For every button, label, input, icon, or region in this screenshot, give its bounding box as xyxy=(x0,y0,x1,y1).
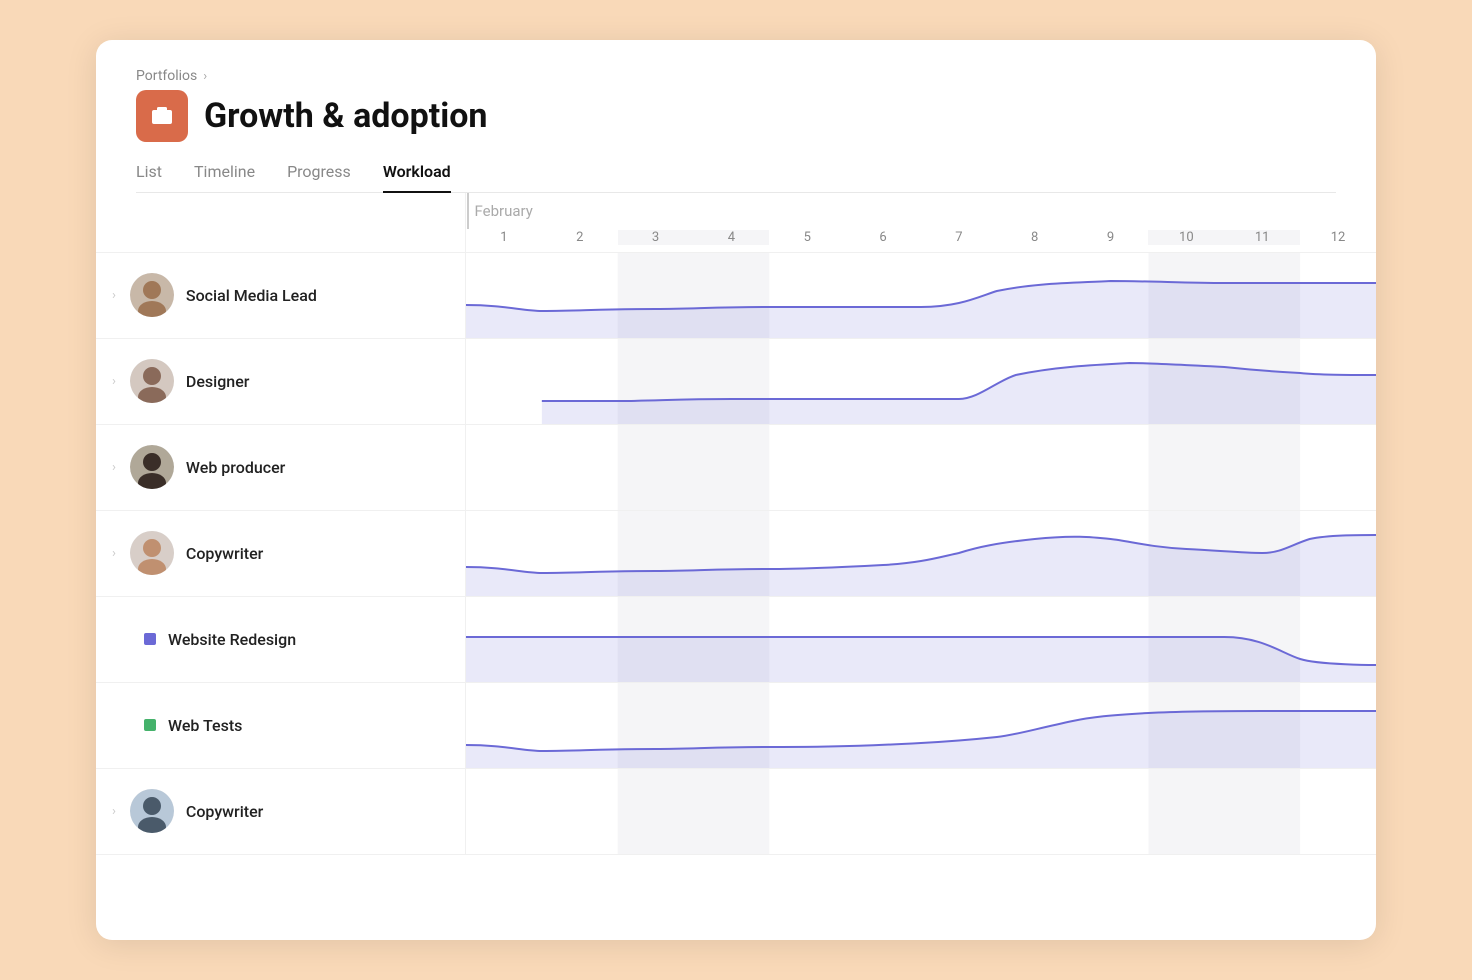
tab-list[interactable]: List xyxy=(136,162,162,193)
day-1: 1 xyxy=(466,230,542,245)
day-8: 8 xyxy=(997,230,1073,245)
tab-progress[interactable]: Progress xyxy=(287,162,351,193)
name-copywriter-2: Copywriter xyxy=(186,802,263,821)
day-4: 4 xyxy=(693,230,769,245)
day-labels-row: 1 2 3 4 5 6 7 8 9 10 11 12 xyxy=(466,224,1376,252)
chevron-webproducer-icon: › xyxy=(112,460,116,475)
label-web-tests: Web Tests xyxy=(96,683,466,768)
label-web-producer: › Web producer xyxy=(96,425,466,510)
dot-website-redesign xyxy=(144,633,156,645)
avatar-designer xyxy=(130,359,174,403)
timeline-header: February 1 2 3 4 5 6 7 8 9 10 11 12 xyxy=(466,193,1376,253)
label-copywriter-1: › Copywriter xyxy=(96,511,466,596)
chart-copywriter-1 xyxy=(466,511,1376,596)
name-copywriter-1: Copywriter xyxy=(186,544,263,563)
tab-timeline[interactable]: Timeline xyxy=(194,162,255,193)
chart-social-media-lead xyxy=(466,253,1376,338)
chevron-copywriter2-icon: › xyxy=(112,804,116,819)
chart-web-producer xyxy=(466,425,1376,510)
chart-designer xyxy=(466,339,1376,424)
portfolio-icon xyxy=(136,90,188,142)
breadcrumb: Portfolios › xyxy=(136,68,1336,84)
label-copywriter-2: › Copywriter xyxy=(96,769,466,854)
breadcrumb-chevron-icon: › xyxy=(203,69,207,84)
dot-web-tests xyxy=(144,719,156,731)
breadcrumb-label[interactable]: Portfolios xyxy=(136,68,197,84)
label-designer: › Designer xyxy=(96,339,466,424)
header: Portfolios › Growth & adoption List Time… xyxy=(96,40,1376,193)
avatar-copywriter1 xyxy=(130,531,174,575)
row-web-producer: › Web producer xyxy=(96,425,1376,511)
page-title: Growth & adoption xyxy=(204,96,488,136)
chevron-designer-icon: › xyxy=(112,374,116,389)
chevron-copywriter1-icon: › xyxy=(112,546,116,561)
avatar-copywriter2 xyxy=(130,789,174,833)
chart-website-redesign xyxy=(466,597,1376,682)
day-5: 5 xyxy=(769,230,845,245)
tabs: List Timeline Progress Workload xyxy=(136,162,1336,193)
day-3: 3 xyxy=(618,230,694,245)
chart-copywriter-2 xyxy=(466,769,1376,854)
tab-workload[interactable]: Workload xyxy=(383,162,451,193)
month-label: February xyxy=(475,202,533,220)
chevron-social-icon: › xyxy=(112,288,116,303)
chart-web-tests xyxy=(466,683,1376,768)
name-social-media-lead: Social Media Lead xyxy=(186,286,317,305)
name-web-tests: Web Tests xyxy=(168,716,242,735)
day-7: 7 xyxy=(921,230,997,245)
day-10: 10 xyxy=(1148,230,1224,245)
labels-header-spacer xyxy=(96,193,466,253)
name-web-producer: Web producer xyxy=(186,458,285,477)
name-website-redesign: Website Redesign xyxy=(168,630,296,649)
row-social-media-lead: › Social Media Lead xyxy=(96,253,1376,339)
content-area: February 1 2 3 4 5 6 7 8 9 10 11 12 xyxy=(96,193,1376,253)
avatar-webproducer xyxy=(130,445,174,489)
day-6: 6 xyxy=(845,230,921,245)
row-web-tests: Web Tests xyxy=(96,683,1376,769)
row-copywriter-2: › Copywriter xyxy=(96,769,1376,855)
day-9: 9 xyxy=(1073,230,1149,245)
label-social-media-lead: › Social Media Lead xyxy=(96,253,466,338)
main-card: Portfolios › Growth & adoption List Time… xyxy=(96,40,1376,940)
row-copywriter-1: › Copywriter xyxy=(96,511,1376,597)
day-2: 2 xyxy=(542,230,618,245)
label-website-redesign: Website Redesign xyxy=(96,597,466,682)
name-designer: Designer xyxy=(186,372,250,391)
row-website-redesign: Website Redesign xyxy=(96,597,1376,683)
day-12: 12 xyxy=(1300,230,1376,245)
day-11: 11 xyxy=(1224,230,1300,245)
avatar-social xyxy=(130,273,174,317)
timeline-header-wrapper: February 1 2 3 4 5 6 7 8 9 10 11 12 xyxy=(466,193,1376,253)
title-row: Growth & adoption xyxy=(136,90,1336,142)
row-designer: › Designer xyxy=(96,339,1376,425)
